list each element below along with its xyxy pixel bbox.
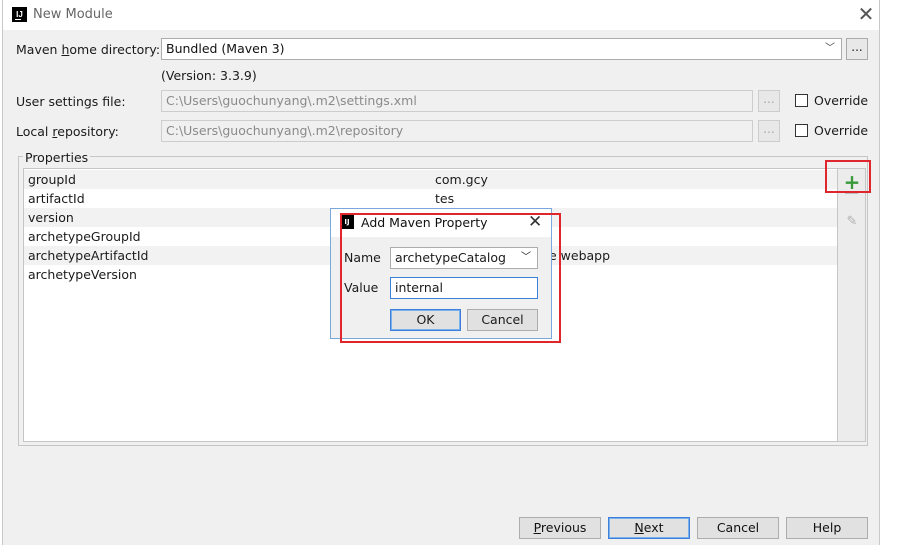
user-settings-override-checkbox[interactable]: [795, 94, 808, 107]
next-button[interactable]: Next: [608, 517, 690, 539]
table-row[interactable]: artifactId tes: [24, 189, 837, 208]
window-titlebar: IJ New Module ✕: [3, 0, 879, 30]
close-icon[interactable]: ✕: [855, 4, 877, 26]
user-settings-field[interactable]: C:\Users\guochunyang\.m2\settings.xml: [161, 90, 753, 112]
local-repository-override-checkbox[interactable]: [795, 124, 808, 137]
maven-home-combo[interactable]: Bundled (Maven 3) ﹀: [161, 38, 842, 60]
chevron-down-icon: ﹀: [825, 43, 835, 54]
edit-icon[interactable]: ✎: [838, 214, 866, 229]
add-highlight-box: [825, 160, 871, 193]
local-repository-field[interactable]: C:\Users\guochunyang\.m2\repository: [161, 120, 753, 142]
user-settings-label: User settings file:: [16, 94, 126, 109]
help-button[interactable]: Help: [786, 517, 868, 539]
properties-toolbar: + ✎: [838, 168, 866, 442]
maven-home-browse-button[interactable]: ...: [846, 38, 868, 60]
maven-version-text: (Version: 3.3.9): [161, 68, 257, 83]
previous-button[interactable]: Previous: [519, 517, 601, 539]
maven-home-label: Maven home directory:: [16, 42, 161, 57]
local-repository-override-label: Override: [814, 123, 869, 138]
window-title: New Module: [33, 7, 113, 22]
dialog-highlight-box: [340, 213, 561, 343]
maven-home-value: Bundled (Maven 3): [166, 41, 285, 56]
local-repository-label: Local repository:: [16, 124, 119, 139]
user-settings-browse-button[interactable]: ...: [758, 90, 780, 112]
cancel-button[interactable]: Cancel: [697, 517, 779, 539]
table-row[interactable]: groupId com.gcy: [24, 170, 837, 189]
intellij-icon: IJ: [12, 7, 27, 22]
properties-title: Properties: [23, 150, 91, 165]
local-repository-browse-button[interactable]: ...: [758, 120, 780, 142]
user-settings-override-label: Override: [814, 93, 869, 108]
